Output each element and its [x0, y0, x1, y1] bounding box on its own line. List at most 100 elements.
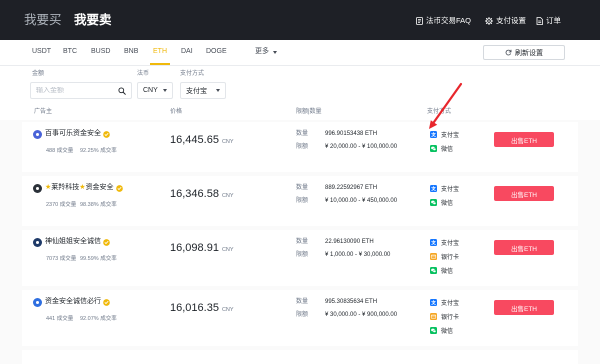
order-count: 7073 成交量 — [46, 256, 77, 262]
payment-method-item: 支付宝 — [430, 235, 459, 249]
payment-method-item: 银行卡 — [430, 249, 459, 263]
amount-input[interactable] — [36, 87, 114, 94]
payment-method-name: 支付宝 — [441, 300, 460, 307]
orders-label: 订单 — [546, 16, 561, 25]
tab-sell[interactable]: 我要卖 — [74, 11, 112, 29]
asset-tab-doge[interactable]: DOGE — [206, 47, 227, 57]
price-value: 16,098.91 — [170, 242, 219, 254]
advertiser-cell: 神仙姐姐安全诚信 7073 成交量 99.59% 成交率 — [33, 237, 163, 263]
payment-method-item: 支付宝 — [430, 181, 459, 195]
avatar — [33, 237, 42, 247]
completion-rate: 92.25% 成交率 — [80, 148, 117, 154]
more-assets-dropdown[interactable]: 更多 — [255, 47, 277, 57]
advertiser-name[interactable]: ★莱羚科技★资金安全 — [45, 183, 114, 193]
fiat-faq-label: 法币交易FAQ — [426, 16, 472, 25]
completion-rate: 99.59% 成交率 — [80, 256, 117, 262]
order-count: 488 成交量 — [46, 148, 74, 154]
wechat-icon — [430, 144, 437, 152]
search-icon[interactable] — [118, 86, 126, 95]
asset-tab-dai[interactable]: DAI — [181, 47, 193, 57]
price-cell: 16,445.65 CNY — [170, 132, 234, 149]
payment-method-select[interactable]: 支付宝 — [180, 82, 226, 99]
limit-quantity-cell: 数量 22.96130090 ETH 限额 ¥ 1,000.00 - ¥ 30,000… — [296, 236, 390, 262]
quantity-label: 数量 — [296, 185, 309, 191]
chevron-down-icon — [273, 50, 277, 54]
column-header-limit-quantity: 限额|数量 — [296, 109, 322, 115]
payment-settings-link[interactable]: 支付设置 — [485, 16, 526, 26]
advertiser-stats: 2370 成交量 98.38% 成交率 — [46, 201, 117, 209]
payment-method-item: 微信 — [430, 323, 459, 337]
fiat-label: 法币 — [137, 71, 150, 77]
advertiser-name[interactable]: 神仙姐姐安全诚信 — [45, 237, 101, 247]
price-value: 16,016.35 — [170, 302, 219, 314]
payment-methods-cell: 支付宝银行卡微信 — [430, 235, 459, 277]
payment-method-name: 银行卡 — [441, 254, 460, 261]
faq-icon — [416, 17, 423, 25]
tab-buy[interactable]: 我要买 — [24, 11, 62, 29]
payment-method-label: 支付方式 — [180, 71, 205, 77]
table-row: 百事可乐资金安全 488 成交量 92.25% 成交率 16,445.65 CNY 数量 9… — [22, 122, 578, 172]
payment-method-name: 微信 — [441, 200, 454, 207]
asset-tab-bnb[interactable]: BNB — [124, 47, 138, 57]
sell-eth-button[interactable]: 出售ETH — [494, 240, 554, 255]
payment-method-item: 微信 — [430, 263, 459, 277]
limit-quantity-cell: 数量 889.22592967 ETH 限额 ¥ 10,000.00 - ¥ 450,… — [296, 182, 397, 208]
order-count: 441 成交量 — [46, 316, 74, 322]
payment-method-name: 支付宝 — [441, 240, 460, 247]
sell-eth-button[interactable]: 出售ETH — [494, 186, 554, 201]
order-icon — [536, 17, 543, 25]
price-value: 16,346.58 — [170, 188, 219, 200]
asset-tabs: USDT BTC BUSD BNB ETH DAI DOGE 更多 刷新设置 — [0, 40, 600, 66]
column-header-payment: 支付方式 — [427, 109, 452, 115]
quantity-label: 数量 — [296, 131, 309, 137]
limit-label: 限额 — [296, 252, 309, 258]
refresh-settings-label: 刷新设置 — [515, 49, 543, 57]
refresh-settings-button[interactable]: 刷新设置 — [483, 45, 565, 60]
payment-method-name: 微信 — [441, 146, 454, 153]
limit-value: ¥ 20,000.00 - ¥ 100,000.00 — [325, 144, 398, 150]
refresh-icon — [505, 49, 512, 56]
advertiser-stats: 7073 成交量 99.59% 成交率 — [46, 255, 117, 263]
limit-label: 限额 — [296, 144, 309, 150]
chevron-down-icon — [216, 89, 220, 92]
sell-eth-button[interactable]: 出售ETH — [494, 132, 554, 147]
asset-tab-usdt[interactable]: USDT — [32, 47, 51, 57]
limit-value: ¥ 30,000.00 - ¥ 900,000.00 — [325, 312, 398, 318]
payment-settings-label: 支付设置 — [496, 16, 526, 25]
amount-label: 金额 — [32, 71, 45, 77]
price-currency: CNY — [221, 307, 234, 313]
table-row: ★莱羚科技★资金安全 2370 成交量 98.38% 成交率 16,346.58 CNY… — [22, 176, 578, 226]
more-assets-label: 更多 — [255, 48, 269, 55]
top-bar: 我要买 我要卖 法币交易FAQ 支付设置 订单 — [0, 0, 600, 40]
fiat-faq-link[interactable]: 法币交易FAQ — [416, 16, 471, 26]
bank-card-icon — [430, 252, 437, 260]
active-tab-indicator — [150, 63, 170, 65]
sell-eth-button[interactable]: 出售ETH — [494, 300, 554, 315]
alipay-icon — [430, 298, 437, 306]
advertiser-name[interactable]: 百事可乐资金安全 — [45, 129, 101, 139]
payment-method-item: 微信 — [430, 195, 459, 209]
limit-label: 限额 — [296, 198, 309, 204]
table-row: 资金安全诚信必行 441 成交量 92.07% 成交率 16,016.35 CNY 数量 9… — [22, 290, 578, 346]
payment-method-name: 支付宝 — [441, 132, 460, 139]
fiat-select-value: CNY — [143, 87, 158, 94]
quantity-label: 数量 — [296, 299, 309, 305]
asset-tab-btc[interactable]: BTC — [63, 47, 77, 57]
asset-tab-eth[interactable]: ETH — [153, 47, 167, 57]
price-currency: CNY — [221, 247, 234, 253]
chevron-down-icon — [163, 89, 167, 92]
quantity-value: 22.96130090 ETH — [325, 239, 374, 245]
limit-label: 限额 — [296, 312, 309, 318]
asset-tab-busd[interactable]: BUSD — [91, 47, 110, 57]
wechat-icon — [430, 198, 437, 206]
advertiser-name[interactable]: 资金安全诚信必行 — [45, 297, 101, 307]
order-count: 2370 成交量 — [46, 202, 77, 208]
orders-link[interactable]: 订单 — [536, 16, 561, 26]
fiat-select[interactable]: CNY — [137, 82, 173, 99]
payment-methods-cell: 支付宝 微信 — [430, 127, 459, 155]
price-cell: 16,016.35 CNY — [170, 300, 234, 317]
payment-method-item: 银行卡 — [430, 309, 459, 323]
payment-method-item: 支付宝 — [430, 127, 459, 141]
avatar — [33, 297, 42, 307]
payment-method-name: 微信 — [441, 328, 454, 335]
